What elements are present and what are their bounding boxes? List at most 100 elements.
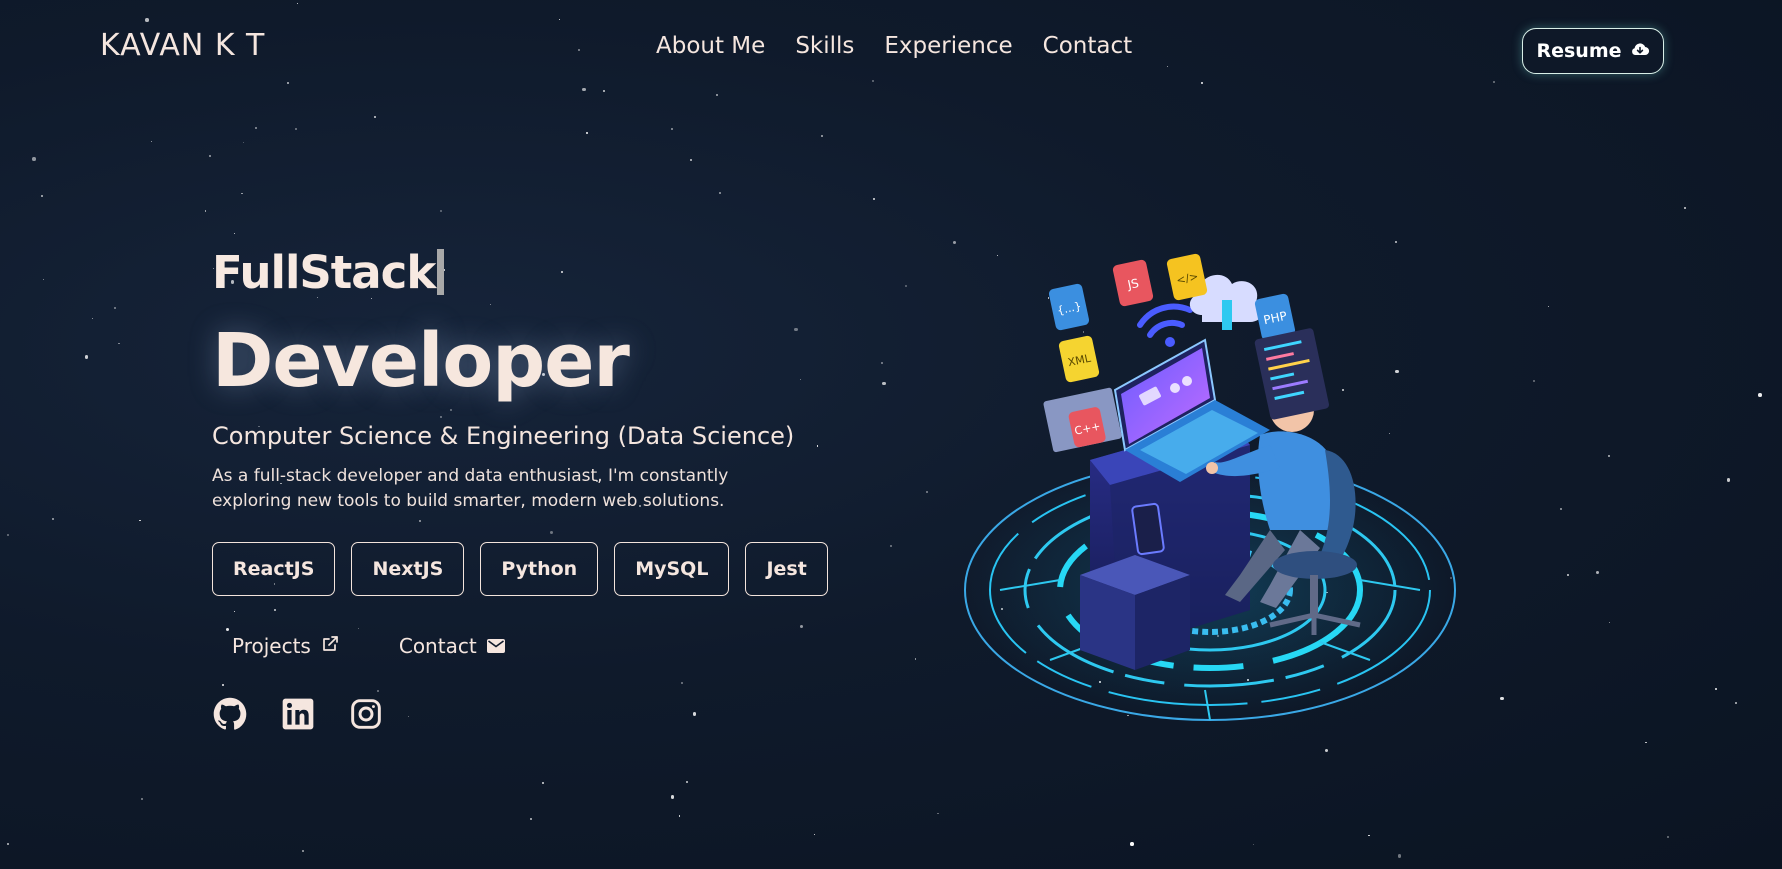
star xyxy=(440,210,443,213)
star xyxy=(926,490,929,493)
star xyxy=(490,303,492,306)
star xyxy=(357,627,359,629)
star xyxy=(873,198,875,200)
star xyxy=(889,545,892,548)
star xyxy=(376,689,379,692)
star xyxy=(1567,573,1570,576)
star xyxy=(1726,478,1731,482)
star xyxy=(1734,702,1737,705)
external-link-icon xyxy=(321,634,339,658)
skill-tags: ReactJS NextJS Python MySQL Jest xyxy=(212,542,828,596)
star xyxy=(1130,842,1134,846)
nav-skills[interactable]: Skills xyxy=(795,33,854,59)
star xyxy=(204,210,207,212)
star xyxy=(560,271,563,274)
bio-text: As a full-stack developer and data enthu… xyxy=(212,466,729,511)
star xyxy=(302,849,305,852)
star xyxy=(225,627,230,632)
wifi-icon xyxy=(1137,303,1193,347)
projects-link[interactable]: Projects xyxy=(232,634,339,658)
star xyxy=(670,795,675,799)
nav-contact[interactable]: Contact xyxy=(1043,33,1132,59)
star xyxy=(586,132,588,134)
star xyxy=(881,361,884,364)
star xyxy=(296,2,299,4)
star xyxy=(118,342,120,345)
star xyxy=(1547,305,1550,308)
star xyxy=(286,81,289,84)
star xyxy=(1252,843,1255,846)
star xyxy=(407,715,410,718)
nav-about-me[interactable]: About Me xyxy=(656,33,765,59)
mail-icon xyxy=(486,634,505,658)
star xyxy=(233,233,236,235)
badge-cpp: C++ xyxy=(1043,387,1122,453)
star xyxy=(440,416,442,418)
star xyxy=(1758,393,1762,397)
star xyxy=(1645,741,1647,744)
star xyxy=(1166,66,1169,68)
star xyxy=(542,782,544,784)
skill-tag-jest: Jest xyxy=(745,542,828,596)
star xyxy=(1500,696,1504,701)
star xyxy=(718,192,721,195)
star xyxy=(52,517,55,520)
degree-subtitle: Computer Science & Engineering (Data Sci… xyxy=(212,422,795,450)
linkedin-icon[interactable] xyxy=(280,696,316,732)
skill-tag-nextjs: NextJS xyxy=(351,542,465,596)
star xyxy=(32,157,36,161)
phone xyxy=(1131,502,1165,556)
skill-tag-mysql: MySQL xyxy=(614,542,730,596)
star xyxy=(141,798,144,801)
badge-xml: XML xyxy=(1058,335,1100,383)
star xyxy=(821,134,824,137)
star xyxy=(255,126,258,129)
star xyxy=(1397,854,1402,858)
star xyxy=(558,18,561,20)
star xyxy=(145,18,149,22)
star xyxy=(799,624,804,629)
star xyxy=(582,87,586,92)
star xyxy=(882,381,886,386)
code-panel xyxy=(1254,328,1329,420)
badge-braces: {...} xyxy=(1048,283,1090,331)
badge-js: JS xyxy=(1112,259,1154,307)
star xyxy=(84,355,89,359)
cloud-download-icon xyxy=(1630,40,1650,62)
star xyxy=(872,80,874,82)
social-links xyxy=(212,696,384,732)
star xyxy=(41,195,44,198)
star xyxy=(150,140,153,142)
star xyxy=(241,192,243,195)
star xyxy=(937,812,939,815)
star xyxy=(1714,688,1717,691)
star xyxy=(208,154,211,157)
star xyxy=(678,815,680,817)
star xyxy=(800,378,802,381)
site-logo[interactable]: KAVAN K T xyxy=(100,28,265,63)
star xyxy=(680,681,683,684)
star xyxy=(549,530,554,535)
contact-link[interactable]: Contact xyxy=(399,634,505,658)
resume-label: Resume xyxy=(1536,40,1622,62)
star xyxy=(91,318,94,320)
star xyxy=(274,609,277,612)
star xyxy=(1368,834,1370,836)
star xyxy=(1492,80,1495,83)
star xyxy=(1533,380,1536,383)
badge-html: </> xyxy=(1166,253,1208,301)
cta-links: Projects Contact xyxy=(232,634,505,658)
star xyxy=(418,519,421,522)
typing-caret xyxy=(437,249,445,295)
github-icon[interactable] xyxy=(212,696,248,732)
star xyxy=(914,658,917,660)
instagram-icon[interactable] xyxy=(348,696,384,732)
role-word-1: FullStack xyxy=(212,246,436,299)
nav-experience[interactable]: Experience xyxy=(884,33,1012,59)
star xyxy=(242,141,244,144)
contact-link-label: Contact xyxy=(398,634,477,658)
star xyxy=(603,90,606,93)
resume-button[interactable]: Resume xyxy=(1522,28,1664,74)
star xyxy=(6,843,9,846)
main-nav: About Me Skills Experience Contact xyxy=(656,33,1132,59)
